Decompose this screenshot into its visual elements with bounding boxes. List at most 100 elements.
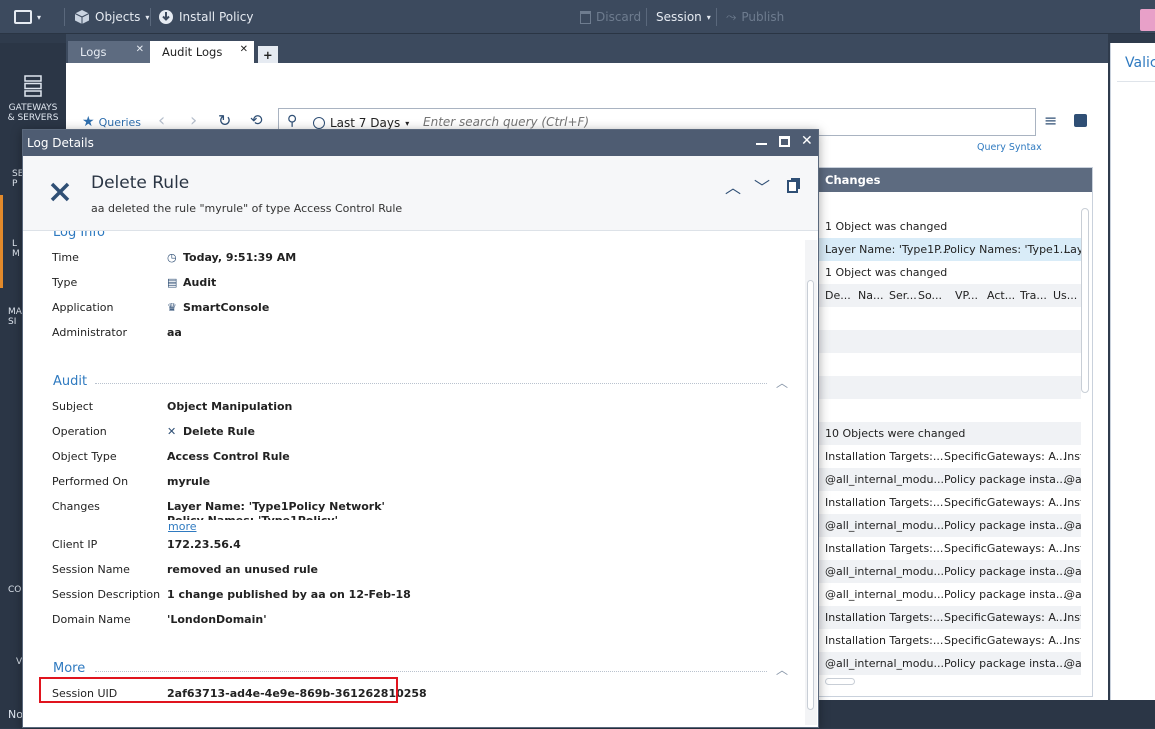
table-cell: @all_internal_modu... xyxy=(825,473,944,486)
audit-section-title[interactable]: Audit xyxy=(53,374,87,389)
table-row[interactable]: Installation Targets:... SpecificGateways… xyxy=(819,445,1081,468)
table-cell: @a xyxy=(1064,588,1081,601)
publish-button[interactable]: ⤳ Publish xyxy=(726,0,784,34)
table-row[interactable] xyxy=(819,330,1081,353)
objects-button[interactable]: Objects ▾ xyxy=(74,0,149,34)
close-icon[interactable]: ✕ xyxy=(801,133,813,149)
copy-icon[interactable] xyxy=(787,180,798,193)
tab-logs[interactable]: Logs ✕ xyxy=(68,41,150,63)
validations-title: Valic xyxy=(1125,55,1155,71)
table-row[interactable]: Installation Targets:... SpecificGateways… xyxy=(819,606,1081,629)
table-row[interactable]: @all_internal_modu... Policy package inst… xyxy=(819,583,1081,606)
top-toolbar: ▾ Objects ▾ Install Policy Discard Sessi… xyxy=(0,0,1155,34)
changes-header[interactable]: Changes xyxy=(819,168,1092,192)
log-info-section-title[interactable]: Log Info xyxy=(53,231,105,240)
dialog-title: Log Details xyxy=(27,136,94,150)
dialog-body: Log Info Time ◷ Today, 9:51:39 AM Type ▤ Audi… xyxy=(23,231,818,729)
table-row[interactable] xyxy=(819,307,1081,330)
changes-horizontal-scrollbar[interactable] xyxy=(825,678,855,685)
field-label: Application xyxy=(52,301,114,314)
table-row[interactable]: @all_internal_modu... Policy package inst… xyxy=(819,652,1081,675)
plus-icon: + xyxy=(263,47,273,62)
dialog-scrollbar[interactable] xyxy=(805,240,817,725)
nav-gateways-servers[interactable]: GATEWAYS & SERVERS xyxy=(0,75,66,123)
changes-line-2: Policy Names: 'Type1Policy' xyxy=(167,513,338,520)
table-cell: SpecificGateways: A... xyxy=(944,450,1067,463)
table-cell: Layer Name: 'Type1P... xyxy=(825,243,950,256)
discard-button[interactable]: Discard xyxy=(580,0,641,34)
table-cell: De... xyxy=(825,289,851,302)
table-row[interactable]: @all_internal_modu... Policy package inst… xyxy=(819,560,1081,583)
query-syntax-link[interactable]: Query Syntax xyxy=(977,142,1042,153)
query-settings-icon[interactable]: ⟲ xyxy=(250,111,263,129)
table-row[interactable] xyxy=(819,353,1081,376)
table-cell: @a xyxy=(1064,565,1081,578)
changes-vertical-scrollbar[interactable] xyxy=(1081,208,1089,393)
app-menu-button[interactable]: ▾ xyxy=(14,0,41,34)
collapse-chevron-icon[interactable]: ︿ xyxy=(776,374,788,391)
table-row[interactable] xyxy=(819,376,1081,399)
table-cell: Installation Targets:... xyxy=(825,542,944,555)
delete-x-icon: ✕ xyxy=(167,425,177,438)
menu-icon[interactable]: ≡ xyxy=(1044,111,1057,130)
field-label: Type xyxy=(52,276,78,289)
field-label: Time xyxy=(52,251,79,264)
table-row[interactable]: 10 Objects were changed xyxy=(819,422,1081,445)
changes-more-link[interactable]: more xyxy=(168,520,197,533)
maximize-icon[interactable] xyxy=(779,136,790,147)
field-value: 'LondonDomain' xyxy=(167,613,267,626)
table-row[interactable]: @all_internal_modu... Policy package inst… xyxy=(819,468,1081,491)
objects-label: Objects xyxy=(95,10,141,24)
field-value-text: Audit xyxy=(183,276,217,289)
table-cell: Act... xyxy=(987,289,1016,302)
table-cell: So... xyxy=(918,289,943,302)
field-label: Object Type xyxy=(52,450,117,463)
table-row[interactable]: De... Na... Ser... So... VP... Act... Tra... Us… xyxy=(819,284,1081,307)
table-row[interactable]: 1 Object was changed xyxy=(819,261,1081,284)
back-arrow-icon[interactable]: ‹ xyxy=(158,110,165,131)
collapse-chevron-icon[interactable]: ︿ xyxy=(776,661,788,678)
close-icon[interactable]: ✕ xyxy=(136,44,144,55)
table-cell: Installation Targets:... xyxy=(825,634,944,647)
dialog-scrollbar-thumb[interactable] xyxy=(807,280,814,710)
session-menu-button[interactable]: Session ▾ xyxy=(656,0,711,34)
field-value-text: Today, 9:51:39 AM xyxy=(183,251,297,264)
table-row[interactable]: Installation Targets:... SpecificGateways… xyxy=(819,629,1081,652)
tab-audit-logs[interactable]: Audit Logs ✕ xyxy=(150,41,254,63)
field-value: ✕ Delete Rule xyxy=(167,425,255,438)
session-label: Session xyxy=(656,10,702,24)
user-avatar-icon[interactable] xyxy=(1140,9,1155,31)
table-cell: 10 Objects were changed xyxy=(825,427,966,440)
dialog-header-subtitle: aa deleted the rule "myrule" of type Acc… xyxy=(91,202,403,215)
close-icon[interactable]: ✕ xyxy=(240,44,248,55)
install-policy-button[interactable]: Install Policy xyxy=(158,0,253,34)
dialog-title-bar[interactable]: Log Details ✕ xyxy=(23,130,818,156)
table-cell: @a xyxy=(1064,473,1081,486)
time-range-dropdown[interactable]: Last 7 Days ▾ xyxy=(313,116,409,130)
table-row[interactable]: Installation Targets:... SpecificGateways… xyxy=(819,537,1081,560)
new-tab-button[interactable]: + xyxy=(258,46,278,63)
queries-button[interactable]: ★ Queries xyxy=(82,114,141,130)
table-cell: Installation Targets:... xyxy=(825,496,944,509)
table-row[interactable]: 1 Object was changed xyxy=(819,215,1081,238)
table-row[interactable]: Layer Name: 'Type1P... Policy Names: 'Typ… xyxy=(819,238,1081,261)
next-chevron-icon[interactable]: ﹀ xyxy=(754,174,770,198)
minimize-icon[interactable] xyxy=(756,143,767,145)
open-external-icon[interactable] xyxy=(1074,114,1087,127)
table-row[interactable]: @all_internal_modu... Policy package inst… xyxy=(819,514,1081,537)
table-cell: SpecificGateways: A... xyxy=(944,496,1067,509)
table-cell: @a xyxy=(1064,519,1081,532)
clipboard-icon: ▤ xyxy=(167,276,178,289)
table-cell: Na... xyxy=(858,289,884,302)
field-label: Domain Name xyxy=(52,613,131,626)
more-section-title[interactable]: More xyxy=(53,661,85,676)
table-cell: Policy package insta... xyxy=(944,657,1067,670)
forward-arrow-icon[interactable]: › xyxy=(190,110,197,131)
previous-chevron-icon[interactable]: ︿ xyxy=(725,174,741,198)
refresh-icon[interactable]: ↻ xyxy=(218,111,231,130)
tab-label: Logs xyxy=(80,45,107,59)
search-icon[interactable]: ⚲ xyxy=(287,113,297,129)
table-row[interactable] xyxy=(819,399,1081,422)
table-row[interactable]: Installation Targets:... SpecificGateways… xyxy=(819,491,1081,514)
table-cell: Installation Targets:... xyxy=(825,450,944,463)
